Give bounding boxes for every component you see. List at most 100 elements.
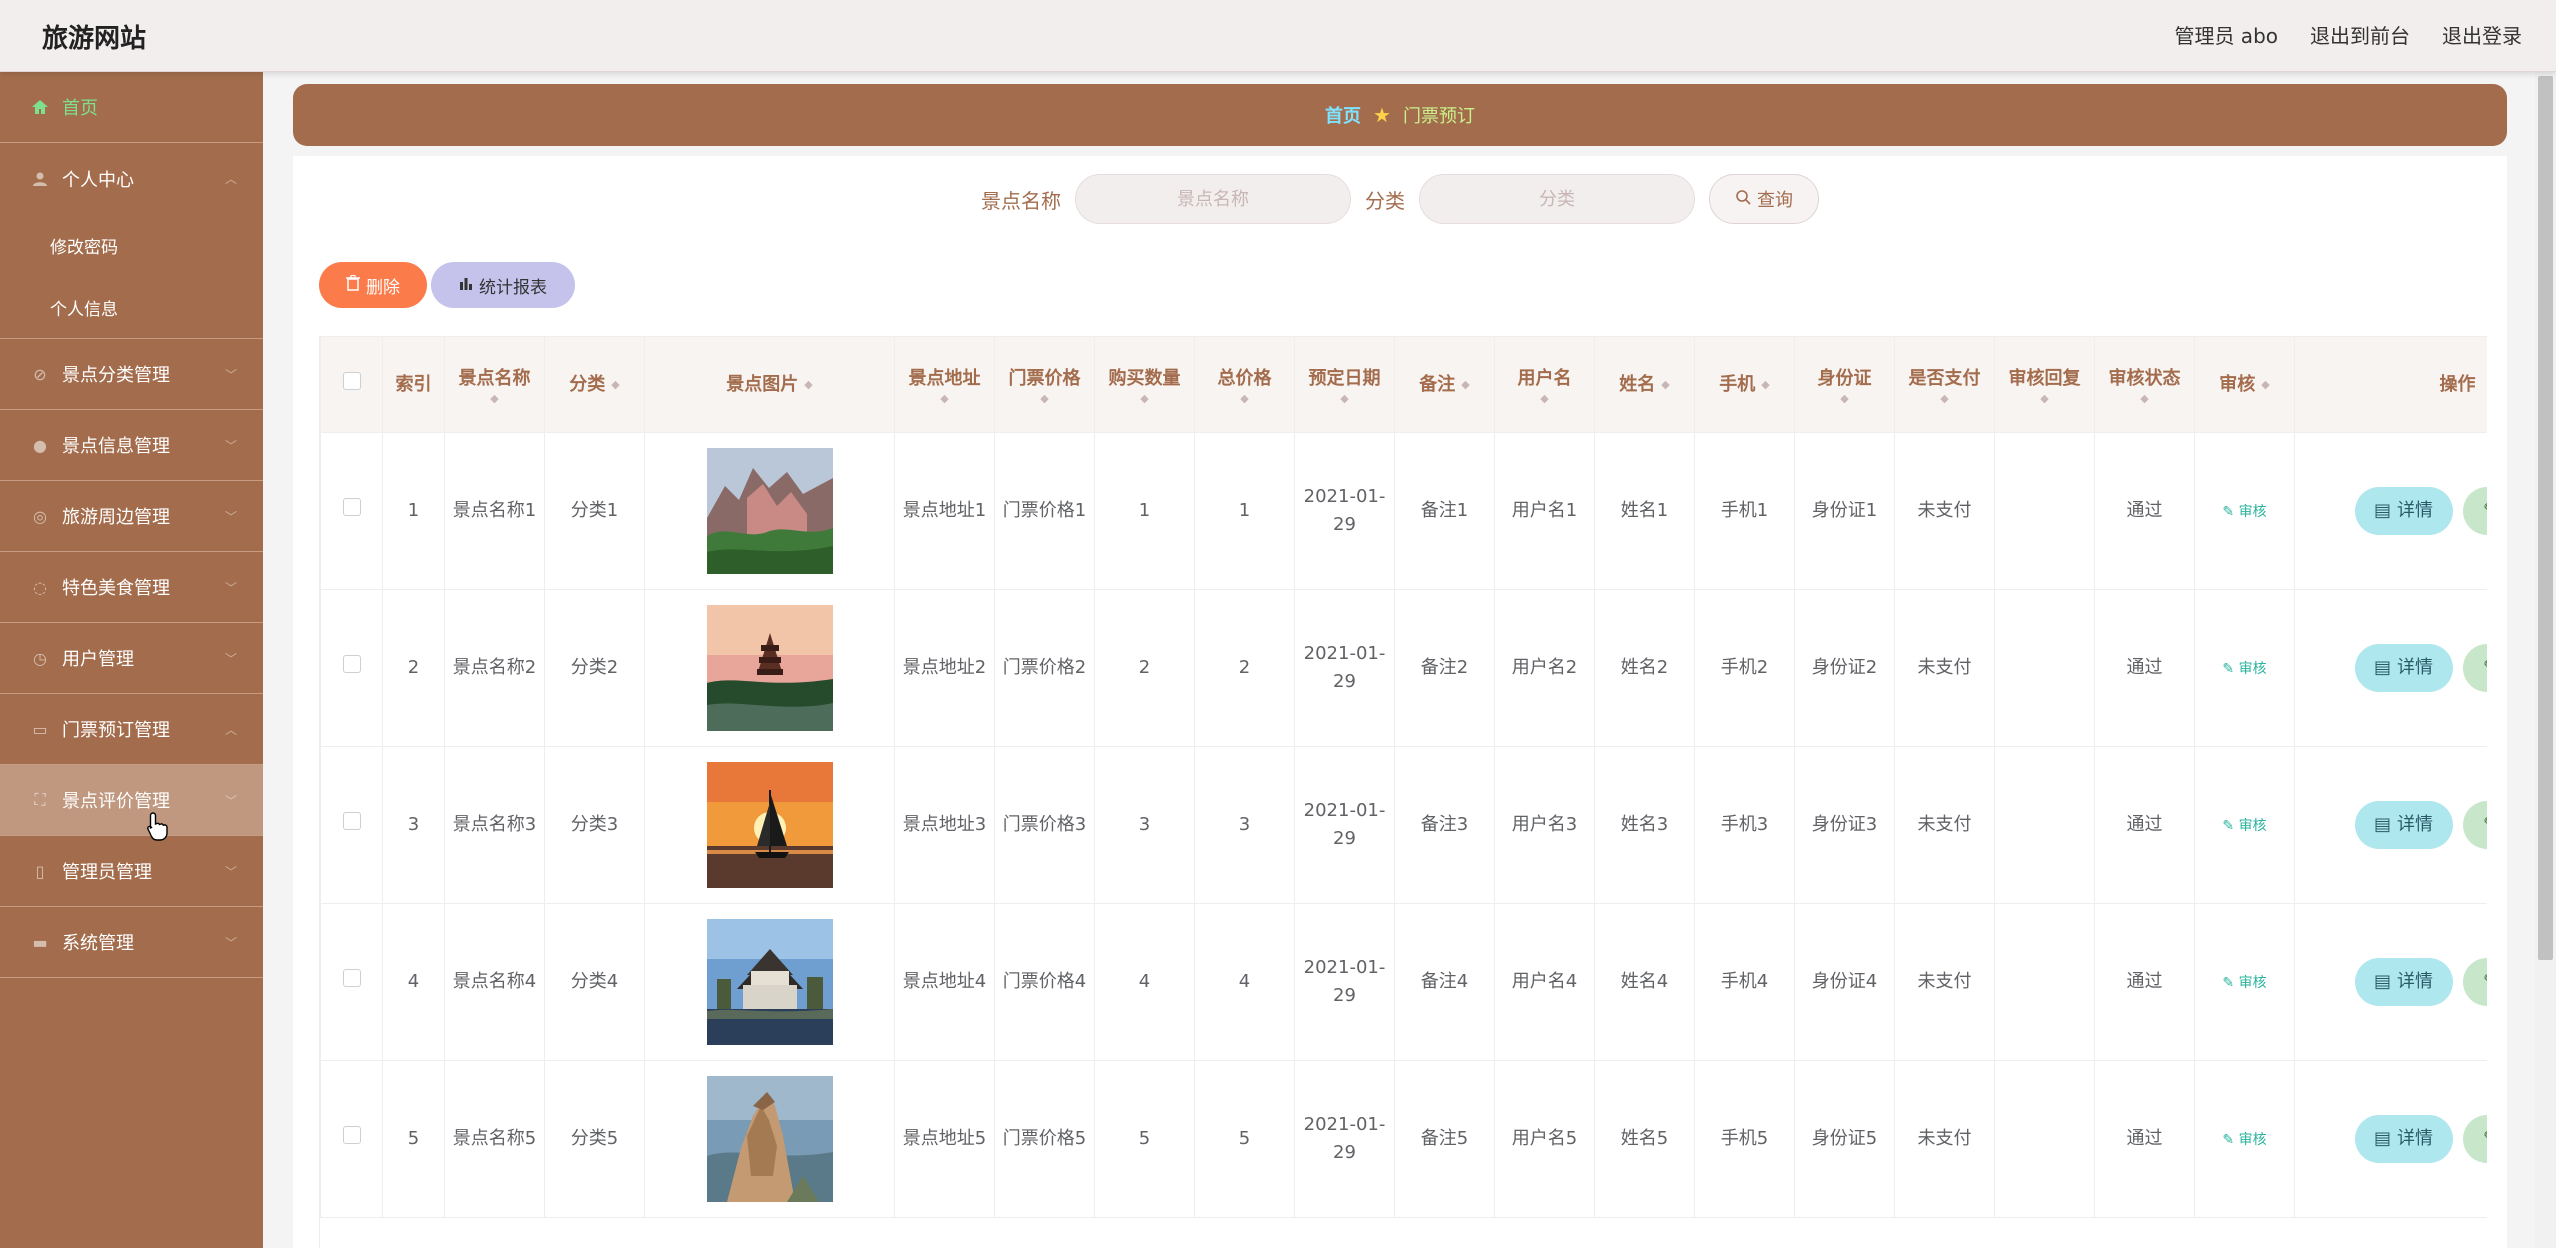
edit-icon: ✎ [2483, 968, 2487, 996]
cell-idcard: 身份证3 [1794, 746, 1895, 904]
logout-link[interactable]: 退出登录 [2442, 20, 2522, 49]
row-checkbox[interactable] [342, 655, 361, 673]
cell-audit: ✎ 审核 [2194, 432, 2295, 590]
edit-button[interactable]: ✎修改 [2462, 958, 2487, 1006]
pencil-icon: ✎ [2222, 817, 2235, 834]
col-total[interactable]: 总价格 ◆ [1194, 336, 1295, 433]
detail-button[interactable]: ▤ 详情 [2354, 958, 2453, 1006]
select-all-checkbox[interactable] [342, 371, 361, 390]
col-remark[interactable]: 备注 ◆ [1394, 336, 1495, 433]
report-button[interactable]: 统计报表 [431, 262, 575, 308]
cell-spot-image [644, 746, 895, 904]
detail-button[interactable]: ▤ 详情 [2354, 644, 2453, 692]
cell-audit: ✎ 审核 [2194, 589, 2295, 747]
col-username[interactable]: 用户名 ◆ [1494, 336, 1595, 433]
col-date[interactable]: 预定日期 ◆ [1294, 336, 1395, 433]
sidebar-item-system[interactable]: ▬ 系统管理 ﹀ [0, 907, 263, 978]
col-label: 景点地址 [908, 367, 981, 389]
sidebar-item-admins[interactable]: ▯ 管理员管理 ﹀ [0, 836, 263, 907]
breadcrumb-home[interactable]: 首页 [1325, 102, 1361, 128]
cell-actions: ▤ 详情 ✎修改 [2294, 1060, 2487, 1218]
sidebar-item-label: 管理员管理 [62, 862, 152, 883]
chevron-down-icon: ﹀ [224, 652, 237, 666]
detail-button-label: 详情 [2397, 500, 2433, 521]
sidebar-subitem-change-password[interactable]: 修改密码 [0, 214, 263, 276]
col-qty[interactable]: 购买数量 ◆ [1094, 336, 1195, 433]
sidebar-item-travel-nearby[interactable]: ◎ 旅游周边管理 ﹀ [0, 481, 263, 552]
detail-button[interactable]: ▤ 详情 [2354, 487, 2453, 535]
audit-link[interactable]: ✎ 审核 [2222, 975, 2266, 991]
sort-icon: ◆ [2040, 391, 2049, 405]
detail-button[interactable]: ▤ 详情 [2354, 1115, 2453, 1163]
cell-remark: 备注3 [1394, 746, 1495, 904]
edit-button[interactable]: ✎修改 [2462, 644, 2487, 692]
cell-address: 景点地址4 [894, 903, 995, 1061]
edit-button[interactable]: ✎修改 [2462, 1115, 2487, 1163]
sidebar-item-users[interactable]: ◷ 用户管理 ﹀ [0, 623, 263, 694]
cell-total: 1 [1194, 432, 1295, 590]
review-icon: ⛶ [34, 790, 46, 809]
delete-button[interactable]: 删除 [319, 262, 427, 308]
col-realname[interactable]: 姓名 ◆ [1594, 336, 1695, 433]
col-status[interactable]: 审核状态 ◆ [2094, 336, 2195, 433]
col-reply[interactable]: 审核回复 ◆ [1994, 336, 2095, 433]
exit-to-front-link[interactable]: 退出到前台 [2310, 20, 2410, 49]
cell-spot-image [644, 589, 895, 747]
page-scrollbar[interactable] [2535, 72, 2556, 1248]
cell-index: 3 [382, 746, 445, 904]
sidebar-item-spot-info[interactable]: ● 景点信息管理 ﹀ [0, 410, 263, 481]
sidebar-subitem-personal-info[interactable]: 个人信息 [0, 276, 263, 338]
sort-icon: ◆ [1140, 391, 1149, 405]
detail-button[interactable]: ▤ 详情 [2354, 801, 2453, 849]
cell-select [320, 903, 383, 1061]
query-button-label: 查询 [1757, 190, 1793, 211]
col-spot-image[interactable]: 景点图片 ◆ [644, 336, 895, 433]
sidebar-item-label: 旅游周边管理 [62, 507, 170, 528]
col-phone[interactable]: 手机 ◆ [1694, 336, 1795, 433]
col-audit[interactable]: 审核 ◆ [2194, 336, 2295, 433]
sort-icon: ◆ [2261, 377, 2270, 391]
pencil-icon: ✎ [2222, 660, 2235, 677]
audit-link[interactable]: ✎ 审核 [2222, 661, 2266, 677]
col-label: 门票价格 [1008, 367, 1081, 389]
cell-price: 门票价格4 [994, 903, 1095, 1061]
col-paid[interactable]: 是否支付 ◆ [1894, 336, 1995, 433]
cell-spot-image [644, 1060, 895, 1218]
cell-remark: 备注4 [1394, 903, 1495, 1061]
row-checkbox[interactable] [342, 812, 361, 830]
cell-status: 通过 [2094, 589, 2195, 747]
sort-icon: ◆ [2140, 391, 2149, 405]
sidebar-item-spot-category[interactable]: ⊘ 景点分类管理 ﹀ [0, 339, 263, 410]
row-checkbox[interactable] [342, 969, 361, 987]
col-spot-name[interactable]: 景点名称 ◆ [444, 336, 545, 433]
row-checkbox[interactable] [342, 1126, 361, 1144]
col-category[interactable]: 分类 ◆ [544, 336, 645, 433]
cell-total: 3 [1194, 746, 1295, 904]
category-icon: ⊘ [33, 364, 47, 384]
spot-name-input[interactable] [1075, 174, 1351, 224]
cell-address: 景点地址3 [894, 746, 995, 904]
audit-link[interactable]: ✎ 审核 [2222, 504, 2266, 520]
detail-button-label: 详情 [2397, 814, 2433, 835]
sidebar-item-home[interactable]: 首页 [0, 72, 263, 143]
edit-button[interactable]: ✎修改 [2462, 487, 2487, 535]
query-button[interactable]: 查询 [1709, 174, 1819, 224]
booking-table: 索引 景点名称 ◆ 分类 ◆ 景点图片 ◆ 景点地址 ◆ 门票价格 ◆ 购买数量 ◆ 总价格… [319, 336, 2487, 1248]
category-input[interactable] [1419, 174, 1695, 224]
scrollbar-thumb[interactable] [2538, 76, 2553, 960]
cell-date: 2021-01-29 [1294, 903, 1395, 1061]
row-checkbox[interactable] [342, 498, 361, 516]
col-idcard[interactable]: 身份证 ◆ [1794, 336, 1895, 433]
sidebar-item-special-food[interactable]: ◌ 特色美食管理 ﹀ [0, 552, 263, 623]
cell-qty: 4 [1094, 903, 1195, 1061]
col-label: 预定日期 [1308, 367, 1381, 389]
sidebar-item-spot-review[interactable]: ⛶ 景点评价管理 ﹀ [0, 765, 263, 836]
sidebar-item-ticket-booking[interactable]: ▭ 门票预订管理 ︿ [0, 694, 263, 765]
edit-button[interactable]: ✎修改 [2462, 801, 2487, 849]
audit-link[interactable]: ✎ 审核 [2222, 818, 2266, 834]
sidebar-item-label: 首页 [62, 98, 98, 119]
col-address[interactable]: 景点地址 ◆ [894, 336, 995, 433]
col-price[interactable]: 门票价格 ◆ [994, 336, 1095, 433]
sidebar-item-personal[interactable]: 个人中心 ︿ [0, 143, 263, 214]
audit-link[interactable]: ✎ 审核 [2222, 1132, 2266, 1148]
